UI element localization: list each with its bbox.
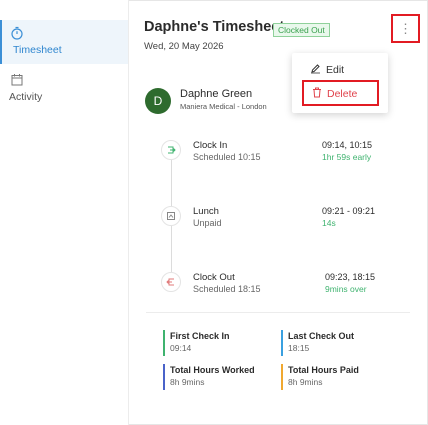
timeline-subtitle: Scheduled 10:15 [193,152,261,162]
sidebar-item-timesheet[interactable]: Timesheet [0,20,128,64]
stat-value: 8h 9mins [288,377,323,387]
clock-out-icon [161,272,181,292]
clock-in-icon [161,140,181,160]
divider [146,312,410,313]
timeline-title: Lunch [193,206,219,217]
menu-item-label: Edit [326,64,345,76]
timeline-time: 09:21 - 09:21 [322,206,376,216]
stopwatch-icon [10,26,24,40]
delete-highlight: Delete [302,80,379,106]
sidebar-item-label: Timesheet [13,44,62,56]
status-badge: Clocked Out [273,23,330,37]
timeline-title: Clock In [193,140,228,151]
sidebar-item-label: Activity [9,91,43,103]
user-name: Daphne Green [180,88,253,100]
timeline-time: 09:14, 10:15 [322,140,373,150]
menu-item-label: Delete [327,88,358,100]
sidebar: Timesheet Activity [0,0,129,425]
trash-icon [312,87,322,101]
options-menu: Edit Delete [292,53,388,113]
stat-first-check-in: First Check In 09:14 [163,330,263,356]
menu-item-edit[interactable]: Edit [310,62,344,78]
avatar: D [145,88,171,114]
timeline-title: Clock Out [193,272,235,283]
stat-label: Total Hours Worked [170,365,255,375]
lunch-icon [161,206,181,226]
timeline-note: 9mins over [325,284,367,294]
timeline-time: 09:23, 18:15 [325,272,376,282]
stat-value: 18:15 [288,343,310,353]
more-options-button[interactable]: ⋮ [391,14,420,43]
timeline-note: 1hr 59s early [322,152,372,162]
stat-value: 09:14 [170,343,192,353]
page-title: Daphne's Timesheet [144,19,285,35]
menu-item-delete[interactable]: Delete [312,87,357,101]
timeline-subtitle: Scheduled 18:15 [193,284,261,294]
stat-value: 8h 9mins [170,377,205,387]
timesheet-date: Wed, 20 May 2026 [144,41,224,52]
stat-label: First Check In [170,331,230,341]
stat-last-check-out: Last Check Out 18:15 [281,330,381,356]
calendar-icon [10,73,24,87]
more-vertical-icon: ⋮ [399,21,412,36]
pencil-icon [310,63,321,77]
stat-label: Last Check Out [288,331,355,341]
stat-total-hours-worked: Total Hours Worked 8h 9mins [163,364,263,390]
timeline-note: 14s [322,218,336,228]
user-location: Maniera Medical - London [180,102,267,111]
stat-label: Total Hours Paid [288,365,359,375]
sidebar-item-activity[interactable]: Activity [0,71,128,115]
timeline-subtitle: Unpaid [193,218,222,228]
stat-total-hours-paid: Total Hours Paid 8h 9mins [281,364,381,390]
